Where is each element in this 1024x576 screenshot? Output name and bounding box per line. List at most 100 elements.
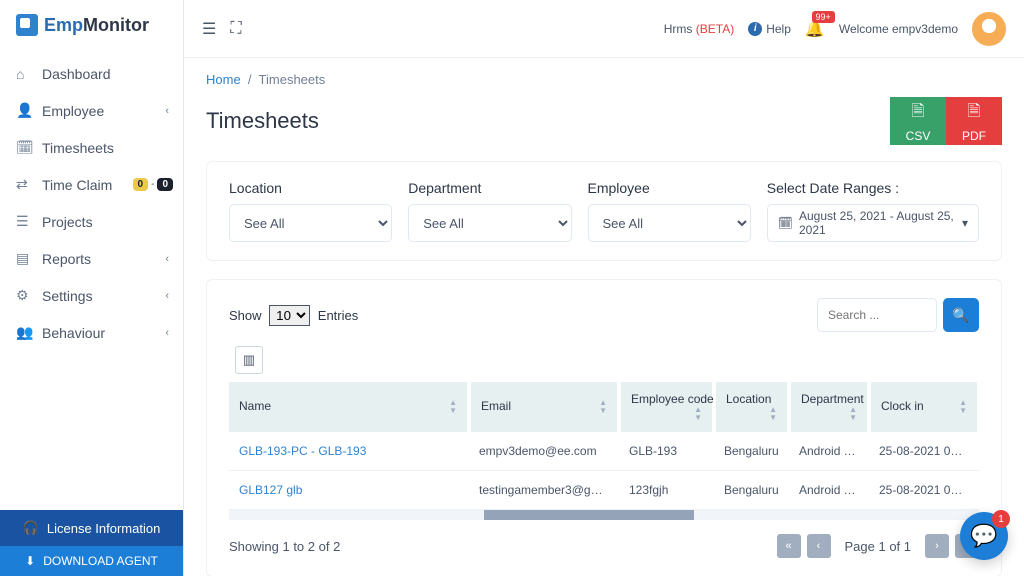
nav-label: Behaviour [42, 325, 105, 341]
menu-toggle-icon[interactable]: ☰ [202, 19, 216, 39]
cell-email: empv3demo@ee.com [469, 432, 619, 471]
sidebar-item-time-claim[interactable]: ⇄Time Claim0-0 [0, 166, 183, 203]
sidebar: EmpMonitor ⌂Dashboard👤Employee‹🗓Timeshee… [0, 0, 184, 576]
sidebar-item-employee[interactable]: 👤Employee‹ [0, 92, 183, 129]
breadcrumb-home[interactable]: Home [206, 72, 241, 87]
column-header[interactable]: Location▲▼ [714, 382, 789, 432]
sort-icon: ▲▼ [769, 406, 777, 422]
columns-icon: ▥ [243, 352, 255, 368]
license-info-label: License Information [47, 521, 160, 536]
filter-department-select[interactable]: See All [408, 204, 571, 242]
search-button[interactable]: 🔍 [943, 298, 979, 332]
pager-prev[interactable]: ‹ [807, 534, 831, 558]
cell-email: testingamember3@gmail.com [469, 471, 619, 510]
breadcrumb-current: Timesheets [259, 72, 326, 87]
column-toggle-button[interactable]: ▥ [235, 346, 263, 374]
nav-label: Dashboard [42, 66, 111, 82]
employee-link[interactable]: GLB127 glb [239, 483, 302, 497]
brand-icon [16, 14, 38, 36]
pager-first[interactable]: « [777, 534, 801, 558]
table-wrap: Name▲▼Email▲▼Employee code▲▼Location▲▼De… [229, 382, 979, 520]
sort-icon: ▲▼ [959, 399, 967, 415]
column-header[interactable]: Employee code▲▼ [619, 382, 714, 432]
timesheets-table: Name▲▼Email▲▼Employee code▲▼Location▲▼De… [229, 382, 979, 510]
notification-badge: 99+ [812, 11, 835, 23]
sidebar-nav: ⌂Dashboard👤Employee‹🗓Timesheets⇄Time Cla… [0, 50, 183, 510]
table-row: GLB-193-PC - GLB-193 empv3demo@ee.comGLB-… [229, 432, 979, 471]
pager-next[interactable]: › [925, 534, 949, 558]
topbar: ☰ ⛶ Hrms (BETA) i Help 🔔 99+ Welcome emp… [184, 0, 1024, 58]
nav-label: Employee [42, 103, 104, 119]
table-row: GLB127 glb testingamember3@gmail.com123fg… [229, 471, 979, 510]
date-range-picker[interactable]: 🗓 August 25, 2021 - August 25, 2021 ▾ [767, 204, 979, 242]
horizontal-scrollbar[interactable] [229, 510, 979, 520]
filter-location-label: Location [229, 180, 392, 196]
file-icon: 🗎 [912, 100, 925, 127]
export-csv-button[interactable]: 🗎 CSV [890, 97, 946, 145]
chevron-left-icon: ‹ [165, 290, 169, 302]
badge: 0 [157, 178, 173, 191]
export-buttons: 🗎 CSV 🗎 PDF [890, 97, 1002, 145]
license-info-button[interactable]: 🎧 License Information [0, 510, 183, 546]
sidebar-item-behaviour[interactable]: 👥 Behaviour ‹ [0, 314, 183, 351]
download-icon: ⬇ [25, 554, 35, 568]
download-agent-button[interactable]: ⬇ DOWNLOAD AGENT [0, 546, 183, 576]
brand-text-monitor: Monitor [83, 15, 149, 35]
nav-icon: 👥 [16, 324, 32, 341]
help-link[interactable]: i Help [748, 22, 791, 36]
calendar-icon: 🗓 [778, 216, 793, 230]
sidebar-item-reports[interactable]: ▤Reports‹ [0, 240, 183, 277]
cell-code: 123fgjh [619, 471, 714, 510]
show-entries: Show 10 Entries [229, 305, 358, 326]
nav-icon: ☰ [16, 213, 32, 230]
employee-link[interactable]: GLB-193-PC - GLB-193 [239, 444, 366, 458]
column-header[interactable]: Name▲▼ [229, 382, 469, 432]
pager-status: Page 1 of 1 [845, 539, 912, 554]
chevron-down-icon: ▾ [962, 216, 968, 230]
info-icon: i [748, 22, 762, 36]
sidebar-item-settings[interactable]: ⚙Settings‹ [0, 277, 183, 314]
sort-icon: ▲▼ [449, 399, 457, 415]
cell-department: Android Team [789, 471, 869, 510]
filter-location-select[interactable]: See All [229, 204, 392, 242]
brand-text-emp: Emp [44, 15, 83, 35]
sidebar-item-projects[interactable]: ☰ Projects [0, 203, 183, 240]
export-pdf-button[interactable]: 🗎 PDF [946, 97, 1002, 145]
sort-icon: ▲▼ [599, 399, 607, 415]
filter-employee: Employee See All [588, 180, 751, 242]
column-header[interactable]: Department▲▼ [789, 382, 869, 432]
bell-icon: 🔔 [805, 21, 825, 38]
sidebar-item-dashboard[interactable]: ⌂Dashboard [0, 56, 183, 92]
cell-clockin: 25-08-2021 02:41:31 [869, 471, 979, 510]
sidebar-item-timesheets[interactable]: 🗓Timesheets [0, 129, 183, 166]
welcome-text: Welcome empv3demo [839, 22, 958, 36]
nav-icon: 🗓 [16, 139, 32, 156]
search-input[interactable] [817, 298, 937, 332]
chat-fab[interactable]: 💬 1 [960, 512, 1008, 560]
notification-bell[interactable]: 🔔 99+ [805, 19, 825, 39]
filter-location: Location See All [229, 180, 392, 242]
list-card: Show 10 Entries 🔍 ▥ [206, 279, 1002, 576]
search-icon: 🔍 [952, 307, 969, 323]
page-title: Timesheets [206, 108, 890, 134]
cell-code: GLB-193 [619, 432, 714, 471]
cell-location: Bengaluru [714, 432, 789, 471]
brand-logo[interactable]: EmpMonitor [0, 0, 183, 50]
chevron-left-icon: ‹ [165, 253, 169, 265]
page-size-select[interactable]: 10 [269, 305, 310, 326]
filter-employee-select[interactable]: See All [588, 204, 751, 242]
nav-label: Projects [42, 214, 93, 230]
chevron-left-icon: ‹ [165, 105, 169, 117]
avatar[interactable] [972, 12, 1006, 46]
filters-card: Location See All Department See All Empl… [206, 161, 1002, 261]
badge: 0 [133, 178, 149, 191]
hrms-link[interactable]: Hrms (BETA) [664, 22, 734, 36]
fullscreen-icon[interactable]: ⛶ [230, 20, 241, 38]
column-header[interactable]: Clock in▲▼ [869, 382, 979, 432]
download-agent-label: DOWNLOAD AGENT [43, 554, 158, 568]
nav-label: Time Claim [42, 177, 112, 193]
headset-icon: 🎧 [23, 520, 39, 536]
chevron-left-icon: ‹ [165, 327, 169, 339]
column-header[interactable]: Email▲▼ [469, 382, 619, 432]
sidebar-footer: 🎧 License Information ⬇ DOWNLOAD AGENT [0, 510, 183, 576]
